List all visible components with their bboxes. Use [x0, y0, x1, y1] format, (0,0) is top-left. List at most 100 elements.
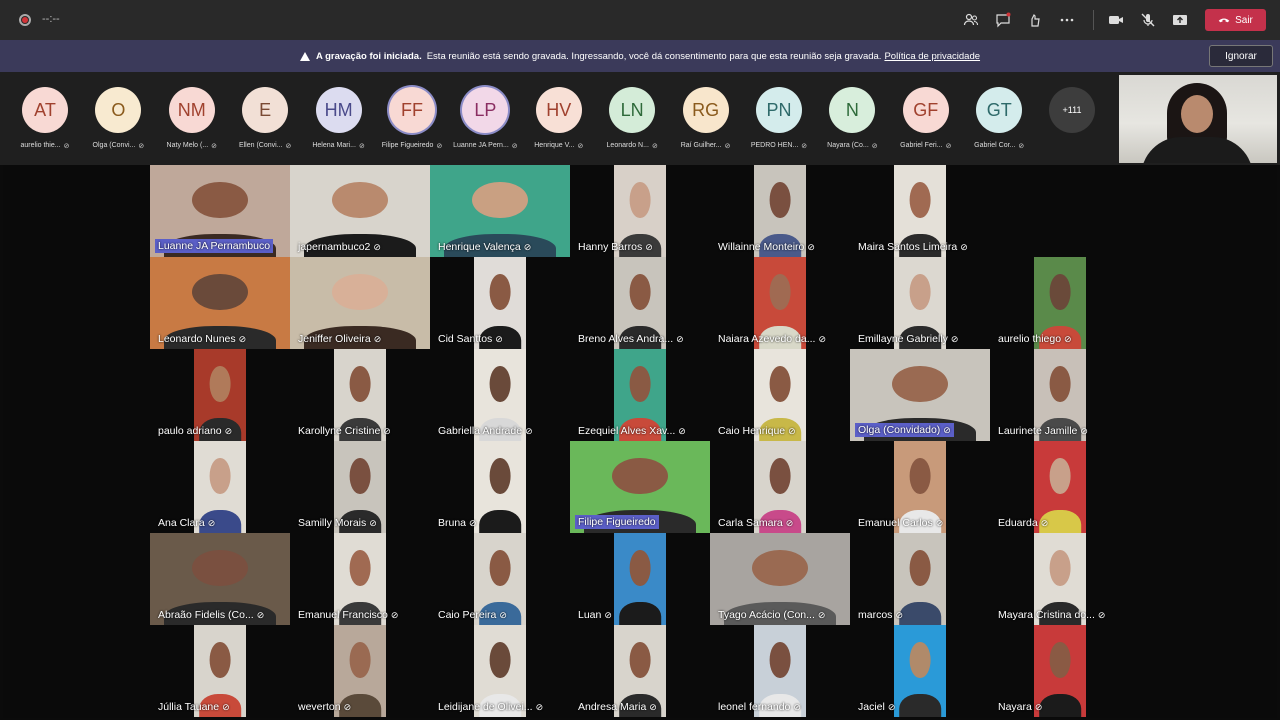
participant-tile[interactable]: Mayara Cristina do... ⊘ — [990, 533, 1130, 625]
participant-name: Caio Pereira — [438, 609, 497, 621]
participant-tile[interactable]: Luan ⊘ — [570, 533, 710, 625]
mic-muted-icon: ⊘ — [887, 701, 896, 712]
roster-avatar[interactable]: LN Leonardo N... ⊘ — [597, 87, 667, 150]
roster-avatar[interactable]: GT Gabriel Cor... ⊘ — [964, 87, 1034, 150]
roster-avatar[interactable]: HM Helena Mari... ⊘ — [304, 87, 374, 150]
participant-tile[interactable]: weverton ⊘ — [290, 625, 430, 717]
participant-tile[interactable]: Caio Pereira ⊘ — [430, 533, 570, 625]
more-options-icon[interactable] — [1058, 11, 1076, 29]
roster-avatar[interactable]: O Olga (Convi... ⊘ — [83, 87, 153, 150]
participant-name-row: Ezequiel Alves Xav... ⊘ — [578, 425, 686, 437]
participant-tile[interactable]: Ezequiel Alves Xav... ⊘ — [570, 349, 710, 441]
mic-muted-icon: ⊘ — [369, 517, 377, 528]
leave-button[interactable]: Sair — [1205, 9, 1266, 31]
participant-tile[interactable]: Henrique Valença ⊘ — [430, 165, 570, 257]
participant-tile[interactable]: aurelio thiego ⊘ — [990, 257, 1130, 349]
mic-muted-icon: ⊘ — [793, 701, 801, 712]
participant-tile[interactable]: Laurinete Jamille ⊘ — [990, 349, 1130, 441]
participant-tile[interactable]: Leidijane de Olivei... ⊘ — [430, 625, 570, 717]
participant-tile[interactable]: Caio Henrique ⊘ — [710, 349, 850, 441]
roster-avatar[interactable]: PN PEDRO HEN... ⊘ — [744, 87, 814, 150]
participant-tile[interactable]: Carla Samara ⊘ — [710, 441, 850, 533]
participant-tile[interactable]: Leonardo Nunes ⊘ — [150, 257, 290, 349]
share-screen-icon[interactable] — [1171, 11, 1189, 29]
mic-muted-icon: ⊘ — [511, 143, 518, 150]
participant-tile[interactable]: Filipe Figueiredo — [570, 441, 710, 533]
reactions-icon[interactable] — [1026, 11, 1044, 29]
participant-tile[interactable]: Luanne JA Pernambuco — [150, 165, 290, 257]
participant-tile[interactable]: Bruna ⊘ — [430, 441, 570, 533]
participant-tile[interactable]: marcos ⊘ — [850, 533, 990, 625]
participant-name-row: Luanne JA Pernambuco — [155, 239, 274, 253]
roster-avatar[interactable]: HV Henrique V... ⊘ — [524, 87, 594, 150]
participant-tile[interactable]: Willainne Monteiro ⊘ — [710, 165, 850, 257]
participant-tile[interactable]: Jaciel ⊘ — [850, 625, 990, 717]
participant-tile[interactable]: paulo adriano ⊘ — [150, 349, 290, 441]
roster-avatar[interactable]: LP Luanne JA Pern... ⊘ — [450, 87, 520, 150]
roster-avatar[interactable]: N Nayara (Co... ⊘ — [817, 87, 887, 150]
participant-tile[interactable]: Hanny Barros ⊘ — [570, 165, 710, 257]
participant-tile[interactable]: Gabriella Andrade ⊘ — [430, 349, 570, 441]
participant-tile[interactable]: Emillayne Gabrielly ⊘ — [850, 257, 990, 349]
participant-head — [332, 181, 388, 219]
participant-tile[interactable]: Andresa Maria ⊘ — [570, 625, 710, 717]
participant-body — [619, 602, 661, 625]
ignore-button[interactable]: Ignorar — [1209, 45, 1273, 67]
participant-tile[interactable]: Emanuel Francisco ⊘ — [290, 533, 430, 625]
participant-tile[interactable]: Nayara ⊘ — [990, 625, 1130, 717]
avatar-name-row: Gabriel Cor... ⊘ — [964, 142, 1034, 150]
roster-avatar[interactable]: FF Filipe Figueiredo ⊘ — [377, 87, 447, 150]
participant-name-row: Eduarda ⊘ — [998, 517, 1048, 529]
participant-tile[interactable]: japernambuco2 ⊘ — [290, 165, 430, 257]
participant-name: Karollyne Cristine — [298, 425, 381, 437]
participant-head — [209, 457, 231, 495]
participants-icon[interactable] — [962, 11, 980, 29]
mic-muted-icon: ⊘ — [373, 333, 382, 344]
participant-tile[interactable]: Olga (Convidado) ⊘ — [850, 349, 990, 441]
participant-name-row: paulo adriano ⊘ — [158, 425, 232, 437]
mic-muted-icon: ⊘ — [649, 701, 657, 712]
participant-name-row: Carla Samara ⊘ — [718, 517, 793, 529]
participant-tile[interactable]: Abraão Fidelis (Co... ⊘ — [150, 533, 290, 625]
participant-tile[interactable]: Jeniffer Oliveira ⊘ — [290, 257, 430, 349]
recording-banner: A gravação foi iniciada. Esta reunião es… — [0, 40, 1280, 72]
roster-avatar[interactable]: RG Raí Guilher... ⊘ — [671, 87, 741, 150]
participant-tile[interactable]: Breno Alves Andra... ⊘ — [570, 257, 710, 349]
participant-tile[interactable]: Júllia Tauane ⊘ — [150, 625, 290, 717]
participant-tile[interactable]: Karollyne Cristine ⊘ — [290, 349, 430, 441]
mic-muted-icon: ⊘ — [495, 333, 503, 344]
participant-name: Emanuel Carlos — [858, 517, 933, 529]
camera-icon[interactable] — [1107, 11, 1125, 29]
roster-avatar[interactable]: E Ellen (Convi... ⊘ — [230, 87, 300, 150]
roster-avatar[interactable]: AT aurelio thie... ⊘ — [10, 87, 80, 150]
mic-muted-icon[interactable] — [1139, 11, 1157, 29]
mic-muted-icon: ⊘ — [285, 143, 292, 150]
roster-avatar[interactable]: NM Naty Melo (... ⊘ — [157, 87, 227, 150]
avatar-name: Olga (Convi... — [92, 142, 136, 149]
participant-head — [909, 549, 931, 587]
mic-muted-icon: ⊘ — [678, 425, 686, 436]
participant-head — [629, 549, 651, 587]
participant-name-row: marcos ⊘ — [858, 609, 903, 621]
participant-tile[interactable]: Tyago Acácio (Con... ⊘ — [710, 533, 850, 625]
participant-tile[interactable]: Maira Santos Limeira ⊘ — [850, 165, 990, 257]
participant-name: paulo adriano — [158, 425, 222, 437]
participant-head — [629, 641, 651, 679]
participant-tile[interactable]: Emanuel Carlos ⊘ — [850, 441, 990, 533]
banner-title: A gravação foi iniciada. — [315, 50, 422, 62]
participant-name-row: Emanuel Francisco ⊘ — [298, 609, 398, 621]
more-participants-button[interactable]: +111 — [1049, 87, 1095, 133]
chat-icon[interactable] — [994, 11, 1012, 29]
participant-tile[interactable]: Samilly Morais ⊘ — [290, 441, 430, 533]
participant-tile[interactable]: Naiara Azevedo da... ⊘ — [710, 257, 850, 349]
roster-avatar[interactable]: GF Gabriel Feri... ⊘ — [891, 87, 961, 150]
participant-tile[interactable]: Eduarda ⊘ — [990, 441, 1130, 533]
participant-tile[interactable]: Cid Santtos ⊘ — [430, 257, 570, 349]
participant-tile[interactable]: Ana Clara ⊘ — [150, 441, 290, 533]
participant-name: Bruna — [438, 517, 467, 529]
participant-name-row: Breno Alves Andra... ⊘ — [578, 333, 684, 345]
mic-muted-icon: ⊘ — [222, 701, 230, 712]
avatar-name: Naty Melo (... — [166, 142, 209, 149]
privacy-policy-link[interactable]: Política de privacidade — [884, 51, 980, 62]
participant-tile[interactable]: leonel fernando ⊘ — [710, 625, 850, 717]
